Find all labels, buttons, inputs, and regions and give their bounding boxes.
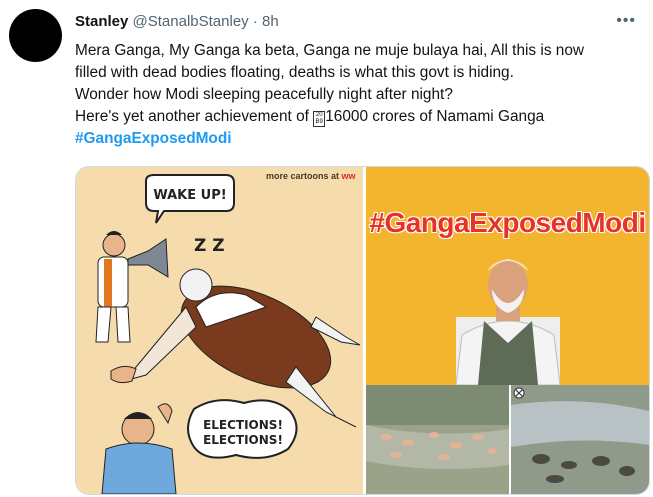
missing-glyph-icon: 20 B9 [313,111,326,127]
poster-image[interactable]: #GangaExposedModi [366,167,649,385]
separator-dot: · [252,13,258,30]
cartoon-drawing: WAKE UP! Z Z ELECTIONS! ELECTIONS! [76,167,363,494]
cartoon-credit: more cartoons at ww [266,171,356,181]
ellipsis-icon[interactable]: ••• [616,12,636,30]
tweet-line-3: Wonder how Modi sleeping peacefully nigh… [75,86,453,103]
tweet-text: Mera Ganga, My Ganga ka beta, Ganga ne m… [75,40,645,150]
author-handle[interactable]: @StanalbStanley [133,13,249,30]
river-photo-2[interactable] [511,385,649,494]
hashtag-link[interactable]: #GangaExposedModi [75,128,645,150]
wake-up-text: WAKE UP! [153,188,226,203]
river-photo-1-drawing [366,385,509,494]
tweet-line-1: Mera Ganga, My Ganga ka beta, Ganga ne m… [75,42,585,59]
avatar[interactable] [9,9,62,62]
river-photo-2-drawing [511,385,649,494]
elections-text-1: ELECTIONS! [203,418,283,432]
tweet-line-4: Here's yet another achievement of 20 B9 16… [75,106,645,128]
poster-column: #GangaExposedModi [366,167,649,494]
credit-suffix: ww [341,171,356,181]
elections-text-2: ELECTIONS! [203,433,283,447]
tweet-line-4-post: 16000 crores of Namami Ganga [325,108,545,125]
tweet-line-4-pre: Here's yet another achievement of [75,108,314,125]
cartoon-image[interactable]: WAKE UP! Z Z ELECTIONS! ELECTIONS! more … [76,167,363,494]
person-photo [455,259,561,385]
author-name[interactable]: Stanley [75,13,128,30]
timestamp[interactable]: 8h [262,13,279,30]
tweet-line-2: filled with dead bodies floating, deaths… [75,64,514,81]
tweet-media[interactable]: WAKE UP! Z Z ELECTIONS! ELECTIONS! more … [75,166,650,495]
snore-text: Z Z [194,236,225,256]
credit-prefix: more cartoons at [266,171,342,181]
tweet-header: Stanley @StanalbStanley · 8h [75,13,279,30]
river-photo-1[interactable] [366,385,509,494]
